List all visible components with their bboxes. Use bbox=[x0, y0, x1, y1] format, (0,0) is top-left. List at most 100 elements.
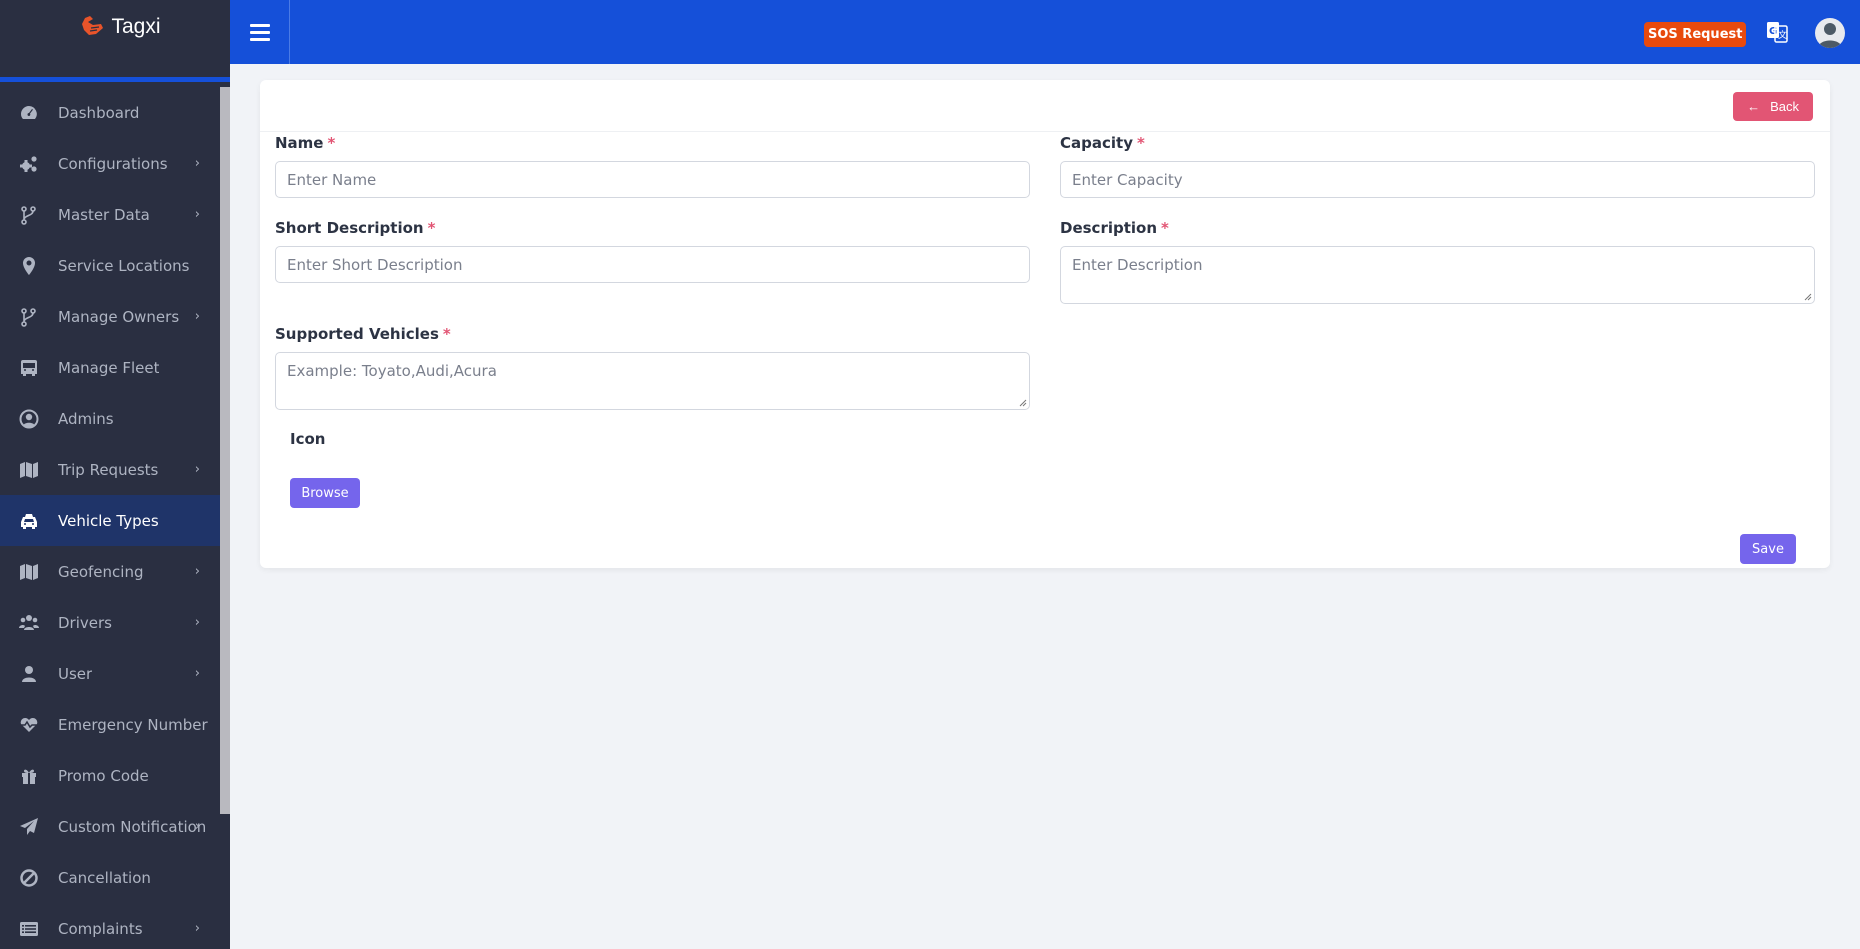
name-placeholder: Enter Name bbox=[287, 170, 377, 189]
sidebar-item-master-data[interactable]: Master Data › bbox=[0, 189, 220, 240]
short-description-placeholder: Enter Short Description bbox=[287, 255, 463, 274]
sidebar-item-admins[interactable]: Admins bbox=[0, 393, 220, 444]
sidebar-item-label: Promo Code bbox=[58, 766, 149, 785]
sidebar-item-complaints[interactable]: Complaints › bbox=[0, 903, 220, 949]
chevron-right-icon: › bbox=[194, 666, 200, 681]
sidebar-nav: Dashboard Configurations › Master Data › Serv… bbox=[0, 87, 220, 949]
chevron-right-icon: › bbox=[194, 207, 200, 222]
list-alt-icon bbox=[18, 918, 40, 940]
sidebar-item-user[interactable]: User › bbox=[0, 648, 220, 699]
map-icon bbox=[18, 459, 40, 481]
back-label: Back bbox=[1770, 99, 1799, 114]
sidebar-item-promo-code[interactable]: Promo Code bbox=[0, 750, 220, 801]
sidebar-item-label: Custom Notification bbox=[58, 817, 207, 836]
sidebar-item-label: Configurations bbox=[58, 154, 168, 173]
name-label: Name * bbox=[275, 134, 336, 152]
brand-name: Tagxi bbox=[111, 15, 161, 38]
chevron-right-icon: › bbox=[194, 156, 200, 171]
chevron-right-icon: › bbox=[194, 462, 200, 477]
chevron-right-icon: › bbox=[194, 564, 200, 579]
chevron-right-icon: › bbox=[194, 309, 200, 324]
sidebar-item-vehicle-types[interactable]: Vehicle Types bbox=[0, 495, 220, 546]
gift-icon bbox=[18, 765, 40, 787]
required-mark: * bbox=[1161, 219, 1169, 237]
sidebar-item-configurations[interactable]: Configurations › bbox=[0, 138, 220, 189]
sidebar-item-label: Admins bbox=[58, 409, 114, 428]
menu-toggle-button[interactable] bbox=[230, 0, 290, 64]
sidebar-item-label: Manage Fleet bbox=[58, 358, 160, 377]
required-mark: * bbox=[327, 134, 336, 152]
bus-icon bbox=[18, 357, 40, 379]
sidebar-item-drivers[interactable]: Drivers › bbox=[0, 597, 220, 648]
sidebar-item-label: Manage Owners bbox=[58, 307, 180, 326]
sidebar-item-label: Service Locations bbox=[58, 256, 190, 275]
name-input[interactable]: Enter Name bbox=[275, 161, 1030, 198]
short-description-input[interactable]: Enter Short Description bbox=[275, 246, 1030, 283]
capacity-label: Capacity * bbox=[1060, 134, 1145, 152]
sidebar-item-trip-requests[interactable]: Trip Requests › bbox=[0, 444, 220, 495]
handshake-logo-icon bbox=[82, 16, 104, 35]
supported-vehicles-label: Supported Vehicles * bbox=[275, 325, 451, 343]
top-header: SOS Request G 文 bbox=[230, 0, 1860, 64]
supported-vehicles-placeholder: Example: Toyato,Audi,Acura bbox=[287, 362, 497, 380]
translate-icon[interactable]: G 文 bbox=[1766, 20, 1788, 44]
card-header: ← Back bbox=[260, 80, 1830, 132]
sidebar-scrollbar-thumb[interactable] bbox=[220, 87, 230, 814]
supported-vehicles-textarea[interactable]: Example: Toyato,Audi,Acura bbox=[275, 352, 1030, 410]
sidebar-item-label: Trip Requests bbox=[58, 460, 159, 479]
paper-plane-icon bbox=[18, 816, 40, 838]
sidebar-item-dashboard[interactable]: Dashboard bbox=[0, 87, 220, 138]
taxi-icon bbox=[18, 510, 40, 532]
cogs-icon bbox=[18, 153, 40, 175]
short-description-label: Short Description * bbox=[275, 219, 436, 237]
sidebar-item-label: Vehicle Types bbox=[58, 511, 159, 530]
ban-icon bbox=[18, 867, 40, 889]
dashboard-icon bbox=[18, 102, 40, 124]
browse-button[interactable]: Browse bbox=[290, 478, 360, 508]
capacity-placeholder: Enter Capacity bbox=[1072, 170, 1183, 189]
brand[interactable]: Tagxi bbox=[0, 0, 230, 82]
save-button[interactable]: Save bbox=[1740, 534, 1796, 564]
required-mark: * bbox=[442, 325, 451, 343]
description-textarea[interactable]: Enter Description bbox=[1060, 246, 1815, 304]
users-icon bbox=[18, 612, 40, 634]
sidebar-item-emergency-number[interactable]: Emergency Number bbox=[0, 699, 220, 750]
sidebar-item-label: Complaints bbox=[58, 919, 143, 938]
user-avatar[interactable] bbox=[1815, 18, 1845, 48]
svg-text:文: 文 bbox=[1778, 29, 1787, 41]
sidebar-item-cancellation[interactable]: Cancellation bbox=[0, 852, 220, 903]
map-icon bbox=[18, 561, 40, 583]
user-avatar-icon bbox=[1818, 23, 1842, 48]
sidebar-item-label: User bbox=[58, 664, 93, 683]
sidebar-item-label: Cancellation bbox=[58, 868, 151, 887]
user-circle-icon bbox=[18, 408, 40, 430]
sidebar-item-label: Master Data bbox=[58, 205, 150, 224]
resize-handle-icon[interactable] bbox=[1804, 293, 1812, 301]
sidebar-item-manage-owners[interactable]: Manage Owners › bbox=[0, 291, 220, 342]
code-branch-icon bbox=[18, 306, 40, 328]
required-mark: * bbox=[427, 219, 436, 237]
capacity-input[interactable]: Enter Capacity bbox=[1060, 161, 1815, 198]
sidebar-item-service-locations[interactable]: Service Locations bbox=[0, 240, 220, 291]
sidebar-item-geofencing[interactable]: Geofencing › bbox=[0, 546, 220, 597]
sidebar-item-label: Emergency Number bbox=[58, 715, 208, 734]
chevron-right-icon: › bbox=[194, 921, 200, 936]
sidebar-item-label: Drivers bbox=[58, 613, 112, 632]
user-icon bbox=[18, 663, 40, 685]
sidebar: Tagxi Dashboard Configurations › Master Dat… bbox=[0, 0, 230, 949]
arrow-left-icon: ← bbox=[1747, 99, 1761, 114]
map-marker-icon bbox=[18, 255, 40, 277]
chevron-right-icon: › bbox=[194, 819, 200, 834]
heartbeat-icon bbox=[18, 714, 40, 736]
resize-handle-icon[interactable] bbox=[1019, 399, 1027, 407]
required-mark: * bbox=[1136, 134, 1145, 152]
sidebar-item-custom-notification[interactable]: Custom Notification › bbox=[0, 801, 220, 852]
chevron-right-icon: › bbox=[194, 615, 200, 630]
sidebar-item-manage-fleet[interactable]: Manage Fleet bbox=[0, 342, 220, 393]
svg-text:G: G bbox=[1769, 26, 1777, 37]
description-placeholder: Enter Description bbox=[1072, 256, 1203, 274]
sos-request-button[interactable]: SOS Request bbox=[1644, 22, 1747, 47]
sidebar-item-label: Geofencing bbox=[58, 562, 144, 581]
back-button[interactable]: ← Back bbox=[1733, 92, 1813, 121]
hamburger-icon bbox=[249, 22, 270, 43]
